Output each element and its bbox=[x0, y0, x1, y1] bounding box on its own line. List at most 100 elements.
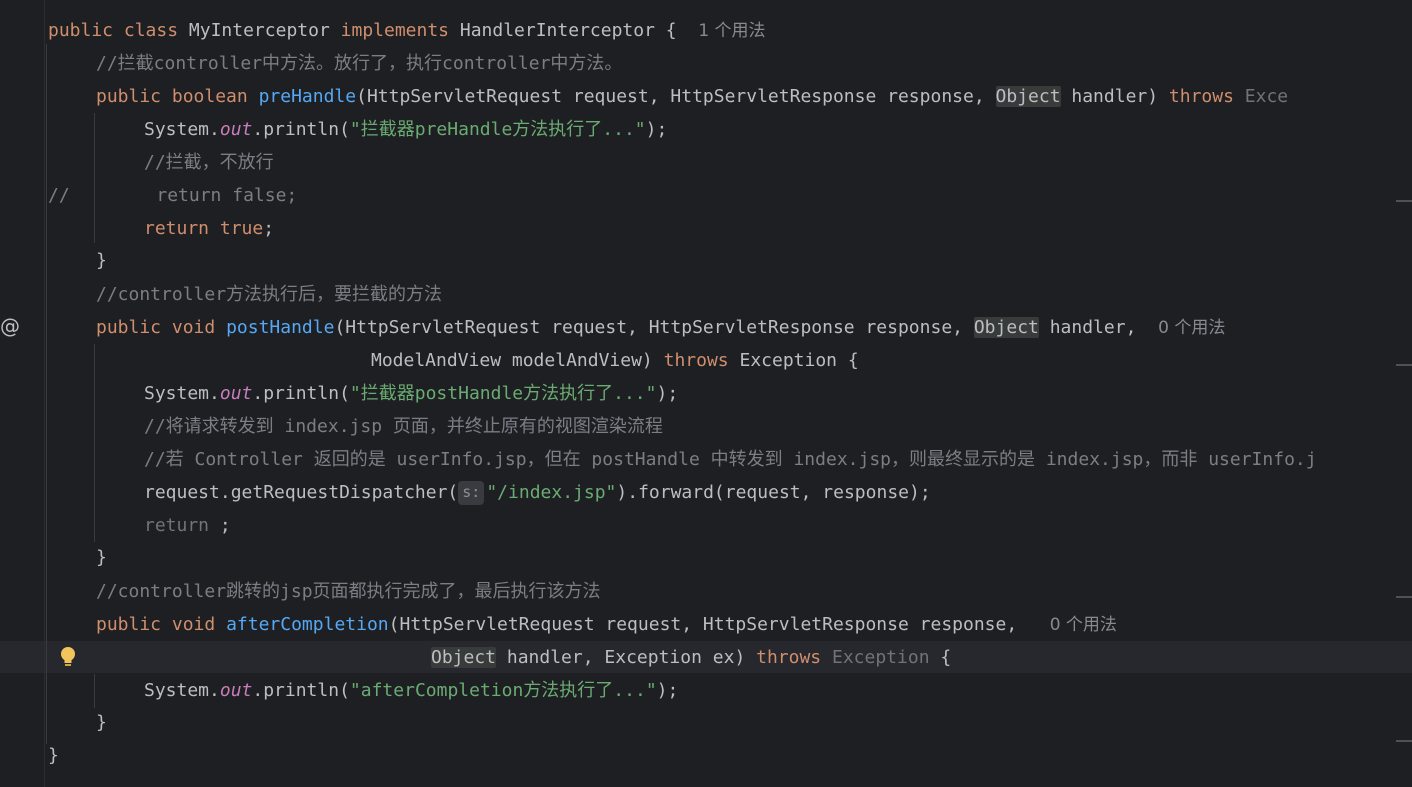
token-keyword: public bbox=[96, 614, 162, 635]
token-method-call: request.getRequestDispatcher( bbox=[144, 482, 459, 503]
token-punct: ; bbox=[263, 218, 275, 239]
token-keyword: implements bbox=[340, 20, 450, 41]
token-params: (HttpServletRequest request, HttpServlet… bbox=[334, 317, 974, 338]
usages-hint[interactable]: 0 个用法 bbox=[1050, 615, 1117, 635]
token-comment: // return false; bbox=[48, 185, 298, 206]
code-line-5[interactable]: //拦截，不放行 bbox=[144, 146, 274, 179]
token-punct: ); bbox=[645, 119, 668, 140]
token-highlighted-type: Object bbox=[995, 86, 1061, 107]
scrollbar-marker[interactable] bbox=[1396, 596, 1412, 598]
code-line-14[interactable]: //若 Controller 返回的是 userInfo.jsp，但在 post… bbox=[144, 443, 1317, 476]
token-class-ref: System. bbox=[144, 119, 220, 140]
token-keyword: class bbox=[123, 20, 179, 41]
token-class-ref: System. bbox=[144, 680, 220, 701]
token-class-ref: System. bbox=[144, 383, 220, 404]
token-method-call: .println( bbox=[252, 680, 350, 701]
code-line-8[interactable]: } bbox=[96, 244, 107, 277]
code-line-18[interactable]: //controller跳转的jsp页面都执行完成了，最后执行该方法 bbox=[96, 575, 601, 608]
scrollbar-marker[interactable] bbox=[1396, 200, 1412, 202]
code-line-11[interactable]: ModelAndView modelAndView) throws Except… bbox=[371, 344, 859, 377]
token-interface-name: HandlerInterceptor bbox=[459, 20, 655, 41]
token-comment: //将请求转发到 index.jsp 页面，并终止原有的视图渲染流程 bbox=[144, 416, 663, 437]
token-static-field: out bbox=[219, 680, 253, 701]
token-exception: Exception bbox=[821, 647, 930, 668]
code-line-4[interactable]: System.out.println("拦截器preHandle方法执行了...… bbox=[144, 113, 667, 146]
token-brace: } bbox=[96, 547, 107, 568]
token-brace: { bbox=[929, 647, 952, 668]
code-line-17[interactable]: } bbox=[96, 541, 107, 574]
token-brace: { bbox=[654, 20, 677, 41]
token-params: handler, Exception ex) bbox=[496, 647, 757, 668]
code-line-9[interactable]: //controller方法执行后，要拦截的方法 bbox=[96, 278, 442, 311]
token-method-call: .println( bbox=[252, 119, 350, 140]
token-keyword: throws bbox=[1168, 86, 1234, 107]
token-comment: //controller方法执行后，要拦截的方法 bbox=[96, 284, 443, 305]
code-line-23[interactable]: } bbox=[48, 739, 59, 772]
token-comment: //controller跳转的jsp页面都执行完成了，最后执行该方法 bbox=[96, 581, 601, 602]
token-method-name: preHandle bbox=[258, 86, 357, 107]
code-line-16[interactable]: return ; bbox=[144, 509, 231, 542]
scrollbar-marker[interactable] bbox=[1396, 364, 1412, 366]
indent-guide bbox=[94, 344, 95, 542]
token-keyword: throws bbox=[663, 350, 729, 371]
usages-hint[interactable]: 0 个用法 bbox=[1158, 318, 1225, 338]
indent-guide bbox=[46, 44, 47, 744]
code-line-2[interactable]: //拦截controller中方法。放行了，执行controller中方法。 bbox=[96, 47, 622, 80]
code-line-7[interactable]: return true; bbox=[144, 212, 274, 245]
token-exception: Exception { bbox=[728, 350, 859, 371]
token-static-field: out bbox=[219, 383, 253, 404]
token-string: "afterCompletion方法执行了..." bbox=[349, 680, 657, 701]
token-keyword: public bbox=[96, 86, 162, 107]
code-line-13[interactable]: //将请求转发到 index.jsp 页面，并终止原有的视图渲染流程 bbox=[144, 410, 663, 443]
indent-guide bbox=[94, 674, 95, 708]
token-class-name: MyInterceptor bbox=[188, 20, 330, 41]
token-keyword-dimmed: return bbox=[144, 515, 210, 536]
usages-hint[interactable]: 1 个用法 bbox=[698, 21, 765, 41]
code-editor[interactable]: @ public class MyInterceptor implements … bbox=[0, 0, 1412, 787]
token-method-name: afterCompletion bbox=[226, 614, 389, 635]
code-line-1[interactable]: public class MyInterceptor implements Ha… bbox=[48, 14, 766, 47]
token-keyword: boolean bbox=[171, 86, 248, 107]
code-line-10[interactable]: public void postHandle(HttpServletReques… bbox=[96, 311, 1225, 344]
token-keyword: void bbox=[171, 614, 216, 635]
token-keyword: void bbox=[171, 317, 216, 338]
token-keyword: true bbox=[219, 218, 264, 239]
token-comment: //拦截，不放行 bbox=[144, 152, 274, 173]
token-punct: ); bbox=[656, 383, 679, 404]
scrollbar-marker[interactable] bbox=[1396, 740, 1412, 742]
token-comment: //拦截controller中方法。放行了，执行controller中方法。 bbox=[96, 53, 623, 74]
indent-guide bbox=[94, 113, 95, 243]
token-params: handler, bbox=[1038, 317, 1137, 338]
parameter-hint[interactable]: s: bbox=[458, 481, 485, 505]
code-line-6[interactable]: // return false; bbox=[48, 179, 297, 212]
token-brace: } bbox=[96, 712, 107, 733]
code-line-19[interactable]: public void afterCompletion(HttpServletR… bbox=[96, 608, 1117, 641]
token-static-field: out bbox=[219, 119, 253, 140]
gutter-divider bbox=[44, 0, 45, 787]
code-line-21[interactable]: System.out.println("afterCompletion方法执行了… bbox=[144, 674, 678, 707]
override-at-icon[interactable]: @ bbox=[0, 316, 20, 336]
token-keyword: public bbox=[48, 20, 114, 41]
code-line-3[interactable]: public boolean preHandle(HttpServletRequ… bbox=[96, 80, 1288, 113]
token-string: "/index.jsp" bbox=[486, 482, 617, 503]
token-method-call: ).forward(request, response); bbox=[616, 482, 931, 503]
token-punct: ; bbox=[209, 515, 231, 536]
token-comment: //若 Controller 返回的是 userInfo.jsp，但在 post… bbox=[144, 449, 1317, 470]
token-punct: ); bbox=[656, 680, 679, 701]
token-keyword: public bbox=[96, 317, 162, 338]
token-string: "拦截器postHandle方法执行了..." bbox=[349, 383, 657, 404]
token-brace: } bbox=[48, 745, 59, 766]
code-line-12[interactable]: System.out.println("拦截器postHandle方法执行了..… bbox=[144, 377, 678, 410]
token-highlighted-type: Object bbox=[431, 647, 497, 668]
token-params: (HttpServletRequest request, HttpServlet… bbox=[356, 86, 996, 107]
code-line-15[interactable]: request.getRequestDispatcher(s: "/index.j… bbox=[144, 476, 931, 509]
token-method-name: postHandle bbox=[226, 317, 335, 338]
token-params: ModelAndView modelAndView) bbox=[371, 350, 664, 371]
token-exception: Exce bbox=[1233, 86, 1289, 107]
token-keyword: return bbox=[144, 218, 210, 239]
token-method-call: .println( bbox=[252, 383, 350, 404]
code-line-22[interactable]: } bbox=[96, 706, 107, 739]
lightbulb-icon[interactable] bbox=[58, 646, 78, 668]
token-keyword: throws bbox=[756, 647, 822, 668]
code-line-20[interactable]: Object handler, Exception ex) throws Exc… bbox=[431, 641, 951, 674]
